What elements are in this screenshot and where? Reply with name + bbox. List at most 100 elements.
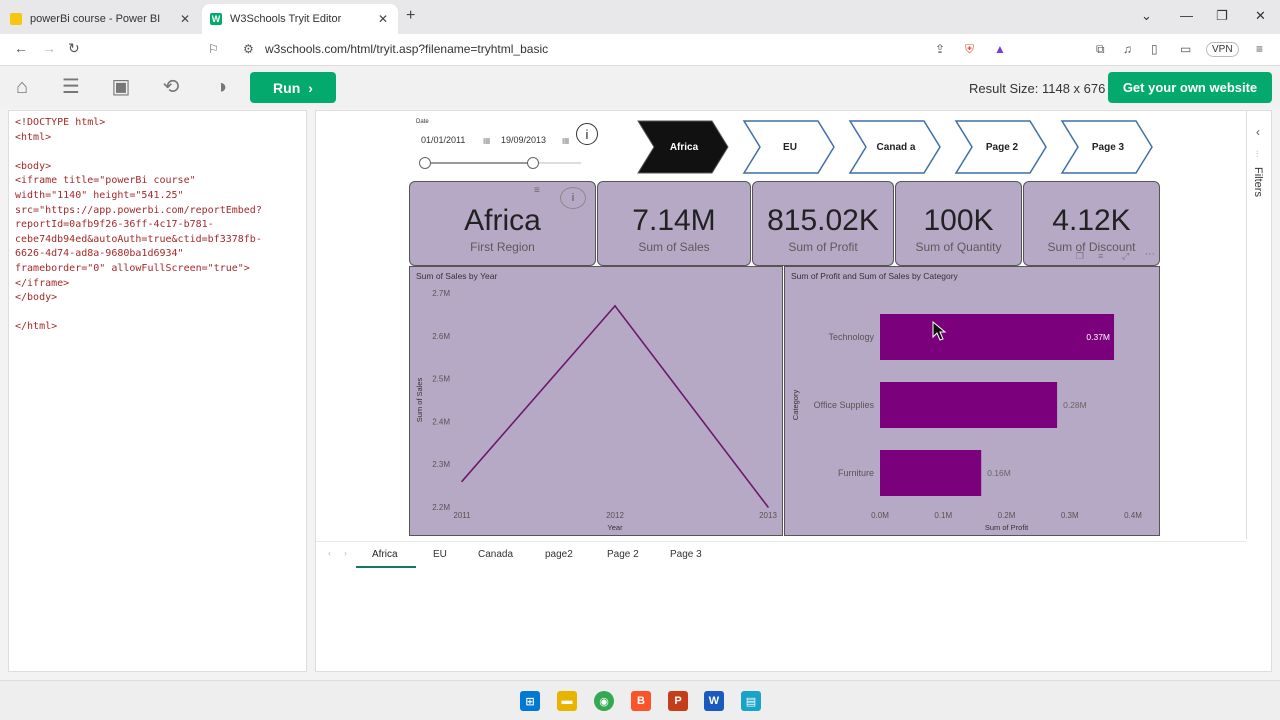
filters-pane-collapsed[interactable]: ‹ ⫶ Filters bbox=[1246, 111, 1271, 539]
bar-data-label: 0.28M bbox=[1063, 400, 1087, 410]
theme-icon[interactable]: ◑ bbox=[210, 76, 232, 98]
vpn-button[interactable]: VPN bbox=[1206, 42, 1239, 57]
sales-point bbox=[614, 305, 616, 307]
nav-button-eu[interactable]: EU bbox=[742, 119, 838, 175]
category-label: Technology bbox=[828, 332, 874, 342]
next-page-icon[interactable]: › bbox=[344, 548, 347, 558]
menu-icon[interactable]: ≡ bbox=[1256, 42, 1263, 56]
page-tab-eu[interactable]: EU bbox=[433, 549, 447, 560]
x-tick-label: 0.1M bbox=[934, 511, 952, 520]
x-axis-title: Year bbox=[607, 523, 623, 532]
windows-start-icon[interactable]: ⊞ bbox=[520, 691, 540, 711]
home-icon[interactable]: ⌂ bbox=[11, 76, 33, 98]
focus-mode-icon[interactable]: ⤢ bbox=[1122, 251, 1129, 262]
chrome-icon[interactable]: ◉ bbox=[594, 691, 614, 711]
run-button[interactable]: Run › bbox=[250, 72, 336, 103]
tab-list-chevron-icon[interactable]: ⌄ bbox=[1141, 8, 1152, 24]
url-field[interactable]: w3schools.com/html/tryit.asp?filename=tr… bbox=[265, 42, 548, 56]
tab-label: powerBi course - Power BI bbox=[30, 13, 161, 25]
notepad-icon[interactable]: ▤ bbox=[741, 691, 761, 711]
calendar-icon[interactable]: ▦ bbox=[483, 136, 491, 145]
date-slicer-label: Date bbox=[416, 119, 429, 125]
reload-icon[interactable]: ↻ bbox=[68, 40, 80, 57]
minimize-icon[interactable]: — bbox=[1180, 8, 1193, 23]
page-tab-page-2[interactable]: Page 2 bbox=[607, 549, 639, 560]
kpi-value: 4.12K bbox=[1052, 204, 1131, 237]
nav-button-page-3[interactable]: Page 3 bbox=[1060, 119, 1156, 175]
word-icon[interactable]: W bbox=[704, 691, 724, 711]
brave-icon[interactable]: B bbox=[631, 691, 651, 711]
bar-data-label: 0.37M bbox=[1086, 332, 1110, 342]
sales-line bbox=[461, 304, 769, 508]
x-tick-label: 0.2M bbox=[998, 511, 1016, 520]
brave-rewards-icon[interactable]: ▲ bbox=[994, 42, 1006, 56]
info-icon[interactable]: i bbox=[560, 187, 586, 209]
filter-icon[interactable]: ≡ bbox=[534, 185, 540, 196]
y-axis-title: Sum of Sales bbox=[415, 377, 424, 422]
new-tab-icon[interactable]: + bbox=[406, 7, 415, 25]
nav-button-page-2[interactable]: Page 2 bbox=[954, 119, 1050, 175]
powerpoint-icon[interactable]: P bbox=[668, 691, 688, 711]
media-icon[interactable]: ♫ bbox=[1123, 42, 1132, 56]
wallet-icon[interactable]: ▭ bbox=[1180, 42, 1191, 56]
kpi-card-profit[interactable]: 815.02K Sum of Profit bbox=[752, 181, 894, 266]
x-tick-label: 2012 bbox=[606, 511, 624, 520]
page-tab-africa[interactable]: Africa bbox=[372, 549, 398, 560]
rotate-icon[interactable]: ⟲ bbox=[160, 76, 182, 98]
save-icon[interactable]: ▣ bbox=[110, 76, 132, 98]
info-icon[interactable]: i bbox=[576, 123, 598, 145]
page-tab-page-3[interactable]: Page 3 bbox=[670, 549, 702, 560]
kpi-label: First Region bbox=[470, 240, 535, 254]
share-icon[interactable]: ⇪ bbox=[935, 42, 945, 56]
chevron-right-icon: › bbox=[308, 79, 313, 96]
nav-button-label: EU bbox=[783, 141, 797, 153]
bookmark-icon[interactable]: ⚐ bbox=[208, 42, 219, 56]
page-tab-page2[interactable]: page2 bbox=[545, 549, 573, 560]
kpi-card-quantity[interactable]: 100K Sum of Quantity bbox=[895, 181, 1022, 266]
kpi-value: 7.14M bbox=[632, 204, 716, 237]
nav-button-africa[interactable]: Africa bbox=[636, 119, 732, 175]
tab-w3schools[interactable]: W W3Schools Tryit Editor ✕ bbox=[202, 4, 398, 34]
kpi-card-sales[interactable]: 7.14M Sum of Sales bbox=[597, 181, 751, 266]
date-end-input[interactable]: 19/09/2013 bbox=[501, 135, 546, 145]
code-editor[interactable]: <!DOCTYPE html> <html> <body> <iframe ti… bbox=[8, 110, 307, 672]
calendar-icon[interactable]: ▦ bbox=[562, 136, 570, 145]
date-start-input[interactable]: 01/01/2011 bbox=[421, 135, 465, 145]
copy-visual-icon[interactable]: ❐ bbox=[1076, 251, 1084, 262]
browser-tab-bar: powerBi course - Power BI ✕ W W3Schools … bbox=[0, 0, 1280, 34]
filter-icon[interactable]: ≡ bbox=[1098, 251, 1103, 261]
prev-page-icon[interactable]: ‹ bbox=[328, 548, 331, 558]
close-tab-icon[interactable]: ✕ bbox=[378, 12, 388, 26]
x-tick-label: 2011 bbox=[453, 511, 471, 520]
site-info-icon[interactable]: ⚙ bbox=[243, 42, 254, 56]
bar-chart-panel[interactable]: Sum of Profit and Sum of Sales by Catego… bbox=[784, 266, 1160, 536]
more-options-icon[interactable]: ⋯ bbox=[1145, 249, 1155, 260]
category-label: Office Supplies bbox=[814, 400, 875, 410]
sales-point bbox=[461, 480, 463, 483]
close-window-icon[interactable]: ✕ bbox=[1255, 8, 1266, 24]
category-label: Furniture bbox=[838, 468, 874, 478]
sidebar-icon[interactable]: ▯ bbox=[1151, 42, 1158, 56]
expand-filters-icon[interactable]: ‹ bbox=[1256, 125, 1260, 139]
close-tab-icon[interactable]: ✕ bbox=[180, 12, 190, 26]
windows-taskbar: ⊞ ▬ ◉ B P W ▤ bbox=[0, 680, 1280, 720]
date-slider-end-handle[interactable] bbox=[527, 157, 539, 169]
kpi-card-discount[interactable]: 4.12K Sum of Discount bbox=[1023, 181, 1160, 266]
maximize-icon[interactable]: ❐ bbox=[1216, 8, 1228, 24]
x-tick-label: 0.3M bbox=[1061, 511, 1079, 520]
brave-shields-icon[interactable]: ⛨ bbox=[965, 42, 974, 57]
nav-button-canada[interactable]: Canad a bbox=[848, 119, 944, 175]
page-tab-canada[interactable]: Canada bbox=[478, 549, 513, 560]
mouse-cursor-icon bbox=[932, 321, 946, 341]
forward-icon[interactable]: → bbox=[42, 40, 56, 56]
get-website-button[interactable]: Get your own website bbox=[1108, 72, 1272, 103]
back-icon[interactable]: ← bbox=[14, 40, 28, 56]
file-explorer-icon[interactable]: ▬ bbox=[557, 691, 577, 711]
tab-powerbi[interactable]: powerBi course - Power BI ✕ bbox=[2, 4, 200, 34]
extensions-icon[interactable]: ⧉ bbox=[1096, 42, 1105, 57]
menu-icon[interactable]: ☰ bbox=[60, 76, 82, 98]
report-page-tabs: ‹ › Africa EU Canada page2 Page 2 Page 3 bbox=[316, 541, 1246, 568]
profit-bar bbox=[880, 450, 982, 496]
date-slider-start-handle[interactable] bbox=[419, 157, 431, 169]
line-chart-panel[interactable]: Sum of Sales by Year 2.2M 2.3M 2.4M 2.5M 2.6… bbox=[409, 266, 783, 536]
